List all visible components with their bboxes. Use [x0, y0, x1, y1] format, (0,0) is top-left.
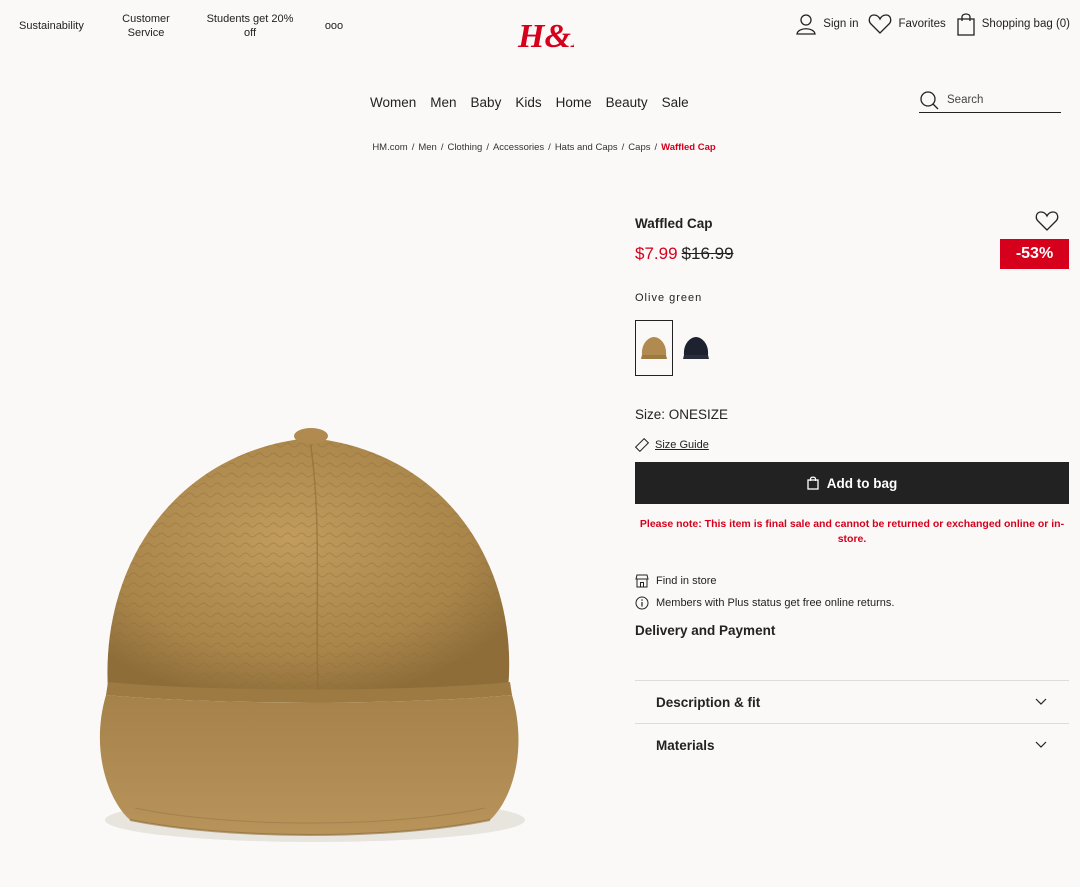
nav-kids[interactable]: Kids [515, 95, 541, 110]
breadcrumb: HM.com / Men / Clothing / Accessories / Hats and… [0, 142, 1080, 153]
nav-beauty[interactable]: Beauty [606, 95, 648, 110]
breadcrumb-item[interactable]: Men [418, 142, 436, 153]
user-icon [796, 14, 817, 35]
heart-icon [869, 14, 892, 34]
nav-baby[interactable]: Baby [471, 95, 502, 110]
delivery-payment-heading[interactable]: Delivery and Payment [635, 623, 775, 638]
logo-text: H&M [517, 18, 574, 55]
members-info: Members with Plus status get free online… [635, 596, 894, 610]
info-icon [635, 596, 649, 610]
shopping-bag-button[interactable]: Shopping bag (0) [956, 12, 1070, 36]
find-in-store-link[interactable]: Find in store [635, 574, 717, 588]
breadcrumb-item[interactable]: HM.com [372, 142, 407, 153]
swatch-black[interactable] [677, 320, 715, 376]
nav-women[interactable]: Women [370, 95, 416, 110]
breadcrumb-separator: / [621, 142, 625, 153]
size-label: Size: ONESIZE [635, 407, 729, 422]
accordion-label: Materials [656, 737, 715, 753]
accordion-materials[interactable]: Materials [635, 723, 1069, 766]
members-label: Members with Plus status get free online… [656, 597, 895, 609]
sale-price: $7.99 [635, 244, 678, 263]
main-nav: Women Men Baby Kids Home Beauty Sale [370, 95, 703, 110]
search-placeholder: Search [947, 93, 984, 106]
hm-logo[interactable]: H&M [516, 14, 603, 56]
breadcrumb-separator: / [440, 142, 444, 153]
accordion-label: Description & fit [656, 694, 761, 710]
store-icon [635, 574, 649, 588]
account-bar: Sign in Favorites Shopping bag (0) [785, 12, 1070, 36]
favorites-label: Favorites [898, 18, 946, 30]
find-in-store-label: Find in store [656, 575, 717, 587]
breadcrumb-current: Waffled Cap [661, 142, 716, 153]
breadcrumb-separator: / [548, 142, 551, 153]
chevron-down-icon [1035, 741, 1047, 748]
price-block: $7.99 $16.99 [635, 244, 734, 264]
add-favorite-button[interactable] [1035, 210, 1059, 237]
search-icon [920, 90, 939, 109]
ruler-icon [635, 438, 649, 452]
hm-logo-mark: H&M [517, 18, 603, 55]
shopping-bag-label: Shopping bag (0) [981, 18, 1070, 30]
chevron-down-icon [1035, 698, 1047, 705]
final-sale-note: Please note: This item is final sale and… [639, 518, 1065, 545]
heart-icon [1035, 211, 1059, 231]
sign-in-button[interactable]: Sign in [795, 13, 858, 35]
breadcrumb-separator: / [654, 142, 658, 153]
more-link[interactable]: ooo [322, 19, 346, 33]
nav-men[interactable]: Men [430, 95, 456, 110]
breadcrumb-item[interactable]: Accessories [493, 142, 544, 153]
breadcrumb-separator: / [486, 142, 489, 153]
sign-in-label: Sign in [823, 18, 859, 30]
bag-icon [807, 476, 819, 490]
breadcrumb-item[interactable]: Hats and Caps [555, 142, 618, 153]
search-input[interactable]: Search [919, 87, 1061, 113]
add-to-bag-label: Add to bag [826, 475, 898, 491]
color-name: Olive green [635, 292, 703, 304]
cap-thumbnail-icon [641, 337, 667, 359]
students-offer-link[interactable]: Students get 20% off [200, 12, 300, 40]
nav-home[interactable]: Home [556, 95, 592, 110]
nav-sale[interactable]: Sale [662, 95, 689, 110]
accordion-description-fit[interactable]: Description & fit [635, 680, 1069, 723]
breadcrumb-item[interactable]: Caps [628, 142, 650, 153]
product-title: Waffled Cap [635, 216, 713, 231]
original-price: $16.99 [681, 244, 734, 263]
size-guide-label: Size Guide [655, 439, 709, 451]
cap-thumbnail-icon [683, 337, 709, 359]
discount-badge: -53% [1000, 239, 1069, 269]
add-to-bag-button[interactable]: Add to bag [635, 462, 1069, 504]
breadcrumb-separator: / [411, 142, 415, 153]
favorites-button[interactable]: Favorites [868, 13, 946, 35]
sustainability-link[interactable]: Sustainability [19, 19, 93, 33]
breadcrumb-item[interactable]: Clothing [447, 142, 482, 153]
customer-service-link[interactable]: Customer Service [112, 12, 180, 40]
swatch-olive-green[interactable] [635, 320, 673, 376]
cap-illustration [99, 428, 525, 842]
size-guide-link[interactable]: Size Guide [635, 438, 709, 452]
shopping-bag-icon [957, 13, 975, 36]
product-image[interactable] [60, 400, 560, 860]
